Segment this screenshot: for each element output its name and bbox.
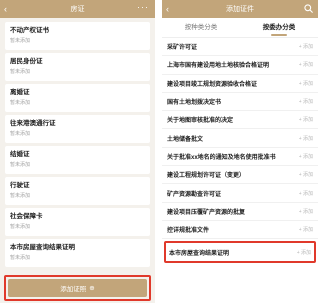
add-link[interactable]: + 添加 [299,153,313,160]
page-title: 添加证件 [226,6,254,13]
certificate-name: 本市房屋查询结果证明 [10,244,75,251]
list-item[interactable]: 建设项目压覆矿产资源的批复 + 添加 [162,203,318,221]
add-link[interactable]: + 添加 [299,43,313,50]
certificate-status: 暂未添加 [10,162,31,168]
list-item[interactable]: 土地储备批文 + 添加 [162,129,318,148]
list-item-label: 建设工程规划许可证（变更） [167,173,246,180]
list-item[interactable]: 采矿许可证 + 添加 [162,38,318,57]
list-item-label: 国有土地划拨决定书 [167,100,222,107]
certificate-wallet-panel: ‹ 房证 ··· 不动产权证书 暂未添加 居民身份证 暂未添加 离婚证 暂未添加… [0,0,155,303]
certificate-card[interactable]: 离婚证 暂未添加 [5,84,150,112]
list-item[interactable]: 国有土地划拨决定书 + 添加 [162,93,318,112]
certificate-name: 往来港澳通行证 [10,120,56,127]
certificate-name: 居民身份证 [10,58,43,65]
add-link[interactable]: + 添加 [299,98,313,105]
list-item-label: 建设项目竣工规划资源验收合格证 [167,81,258,88]
list-item[interactable]: 矿产资源勘查许可证 + 添加 [162,184,318,203]
certificate-card[interactable]: 往来港澳通行证 暂未添加 [5,115,150,143]
certificate-status: 暂未添加 [10,100,31,106]
tab-by-department[interactable]: 按委办分类 [240,18,318,37]
certificate-card[interactable]: 不动产权证书 暂未添加 [5,22,150,50]
list-item-label: 关于批准xx地名的通知及地名使用批准书 [167,154,276,161]
back-icon[interactable]: ‹ [166,3,169,15]
certificate-status: 暂未添加 [10,131,31,137]
list-item[interactable]: 建设项目竣工规划资源验收合格证 + 添加 [162,75,318,93]
certificate-list: 不动产权证书 暂未添加 居民身份证 暂未添加 离婚证 暂未添加 往来港澳通行证 … [0,18,155,267]
add-certificate-button[interactable]: 添加证照 ⊕ [8,279,147,297]
add-circle-icon: ⊕ [89,285,95,292]
certificate-name: 离婚证 [10,89,30,96]
back-icon[interactable]: ‹ [4,3,7,15]
certificate-status: 暂未添加 [10,193,31,199]
certificate-name: 不动产权证书 [10,27,49,34]
certificate-name: 结婚证 [10,151,30,158]
add-link[interactable]: + 添加 [299,80,313,87]
certificate-name: 社会保障卡 [10,213,43,220]
add-link[interactable]: + 添加 [297,249,311,256]
list-item[interactable]: 建设工程规划许可证（变更） + 添加 [162,166,318,185]
list-item-label: 矿产资源勘查许可证 [167,191,222,198]
certificate-name: 行驶证 [10,182,30,189]
certificate-status: 暂未添加 [10,255,31,261]
certificate-card[interactable]: 行驶证 暂未添加 [5,177,150,205]
left-header: ‹ 房证 ··· [0,0,155,18]
list-item[interactable]: 上海市国有建设用地土地核验合格证明 + 添加 [162,56,318,75]
certificate-type-list: 采矿许可证 + 添加 上海市国有建设用地土地核验合格证明 + 添加 建设项目竣工… [162,38,318,264]
add-link[interactable]: + 添加 [299,171,313,178]
certificate-status: 暂未添加 [10,224,31,230]
certificate-card[interactable]: 本市房屋查询结果证明 暂未添加 [5,239,150,267]
page-title: 房证 [70,6,85,13]
category-tabs: 按种类分类 按委办分类 [162,18,318,38]
right-header: ‹ 添加证件 [162,0,318,18]
add-certificate-highlight: 添加证照 ⊕ [4,275,151,301]
more-icon[interactable]: ··· [137,1,149,13]
certificate-status: 暂未添加 [10,69,31,75]
add-certificate-label: 添加证照 [60,286,87,293]
add-link[interactable]: + 添加 [299,61,313,68]
certificate-card[interactable]: 居民身份证 暂未添加 [5,53,150,81]
add-link[interactable]: + 添加 [299,135,313,142]
certificate-card[interactable]: 社会保障卡 暂未添加 [5,208,150,236]
certificate-status: 暂未添加 [10,38,31,44]
add-link[interactable]: + 添加 [299,116,313,123]
list-item-label: 上海市国有建设用地土地核验合格证明 [167,63,270,70]
list-item-label: 关于地图审核批准的决定 [167,118,234,125]
add-link[interactable]: + 添加 [299,226,313,233]
list-item-selected[interactable]: 本市房屋查询结果证明 + 添加 [164,241,316,264]
list-item-label: 控详规批准文件 [167,228,210,235]
list-item-label: 采矿许可证 [167,45,198,52]
list-item-label: 本市房屋查询结果证明 [169,250,230,257]
list-item-label: 土地储备批文 [167,136,204,143]
tab-by-type[interactable]: 按种类分类 [162,18,240,37]
list-item[interactable]: 控详规批准文件 + 添加 [162,221,318,240]
list-item[interactable]: 关于批准xx地名的通知及地名使用批准书 + 添加 [162,148,318,167]
add-certificate-panel: ‹ 添加证件 按种类分类 按委办分类 采矿许可证 + 添加 上海市国有建设用地土… [162,0,318,303]
add-link[interactable]: + 添加 [299,208,313,215]
list-item-label: 建设项目压覆矿产资源的批复 [167,209,246,216]
add-link[interactable]: + 添加 [299,190,313,197]
certificate-card[interactable]: 结婚证 暂未添加 [5,146,150,174]
search-icon[interactable] [304,4,313,13]
list-item[interactable]: 关于地图审核批准的决定 + 添加 [162,111,318,130]
